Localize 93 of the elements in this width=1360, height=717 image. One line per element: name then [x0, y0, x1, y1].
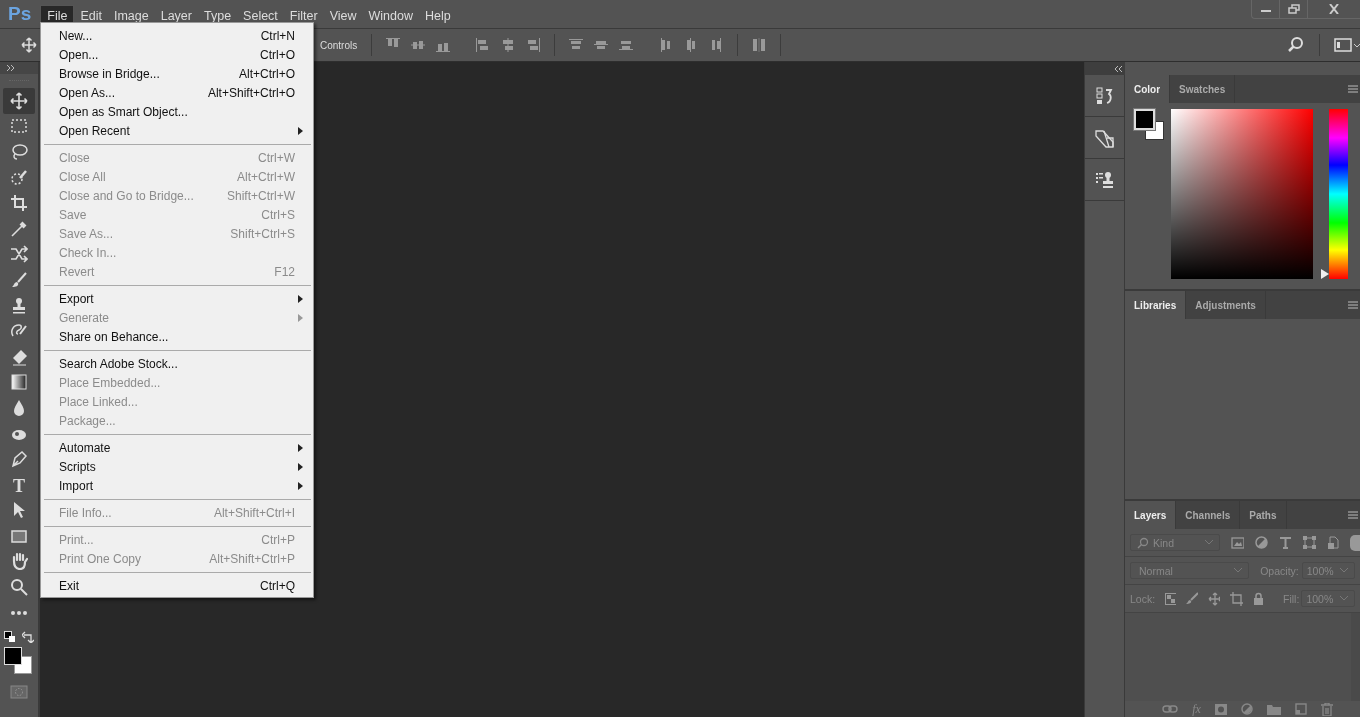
image-icon[interactable] [1230, 536, 1245, 549]
menu-entry[interactable]: Open Recent [41, 121, 313, 140]
search-icon [1137, 536, 1149, 549]
submenu-arrow-icon [298, 126, 303, 135]
app-logo[interactable]: Ps [0, 3, 41, 25]
eyedropper-icon [10, 219, 28, 238]
close-icon [1328, 4, 1340, 14]
more-icon [10, 609, 28, 616]
distribute-icon[interactable] [594, 38, 609, 52]
distribute-icon[interactable] [709, 38, 724, 52]
menu-icon[interactable] [1348, 511, 1358, 519]
menu-entry[interactable]: Open as Smart Object... [41, 102, 313, 121]
menu-item[interactable]: Layer [154, 5, 198, 27]
lasso-icon [10, 143, 28, 161]
menu-entry[interactable]: Browse in Bridge... Alt+Ctrl+O [41, 64, 313, 83]
menu-entry[interactable]: Search Adobe Stock... [41, 354, 313, 373]
dashed-rectangle-icon [10, 117, 28, 136]
color-field[interactable] [1171, 109, 1313, 279]
menu-item[interactable]: Select [237, 5, 284, 27]
menu-icon[interactable] [1348, 85, 1358, 93]
menu-item[interactable]: Window [362, 5, 419, 27]
collapse-icon[interactable] [1113, 64, 1123, 73]
chevron-down-icon [1340, 596, 1348, 601]
align-icon[interactable] [411, 38, 426, 52]
menu-item[interactable]: View [323, 5, 363, 27]
history-icon[interactable] [1094, 85, 1115, 106]
workspace-icon[interactable] [1334, 37, 1360, 53]
distribute-spacing-icon[interactable] [752, 38, 767, 52]
type-icon[interactable] [1279, 536, 1293, 549]
menu-entry[interactable]: Open... Ctrl+O [41, 45, 313, 64]
search-icon[interactable] [1287, 36, 1305, 54]
submenu-arrow-icon [298, 294, 303, 303]
swap-arrows-icon[interactable] [22, 631, 34, 644]
half-circle-icon[interactable] [1255, 536, 1269, 549]
gradient-icon [10, 373, 28, 392]
distribute-icon[interactable] [619, 38, 634, 52]
chevron-down-icon [1204, 540, 1213, 545]
align-icon[interactable] [526, 38, 541, 52]
align-icon[interactable] [501, 38, 516, 52]
menu-entry[interactable]: Import [41, 476, 313, 495]
menu-item[interactable]: Image [107, 5, 155, 27]
crop-icon [10, 194, 28, 213]
menu-entry[interactable]: Automate [41, 438, 313, 457]
type-icon: T [10, 475, 28, 494]
menu-entry[interactable]: Share on Behance... [41, 327, 313, 346]
quick-select-icon [10, 168, 28, 187]
chevron-down-icon [1340, 568, 1348, 573]
move-icon [10, 91, 28, 110]
tool-button[interactable]: T [3, 471, 35, 498]
transform-icon[interactable] [1303, 536, 1317, 549]
panel-tab[interactable]: Color [1125, 75, 1171, 103]
brush-icon [10, 270, 28, 289]
distribute-icon[interactable] [569, 38, 584, 52]
panel-tab[interactable]: Layers [1125, 501, 1177, 529]
submenu-arrow-icon [298, 481, 303, 490]
submenu-arrow-icon [298, 443, 303, 452]
clone-source-icon[interactable] [1094, 169, 1115, 190]
move-icon[interactable] [1207, 591, 1221, 606]
menu-entry[interactable]: Export [41, 289, 313, 308]
expand-icon[interactable] [0, 62, 38, 74]
chevron-down-icon [1234, 568, 1243, 573]
menu-entry[interactable]: Scripts [41, 457, 313, 476]
smart-object-icon[interactable] [1327, 536, 1340, 549]
submenu-arrow-icon [298, 462, 303, 471]
filter-toggle[interactable] [1350, 534, 1360, 551]
checkerboard-icon[interactable] [1165, 592, 1176, 605]
brush-preset-icon[interactable] [1094, 127, 1115, 148]
option-label: Controls [320, 39, 358, 51]
menu-icon[interactable] [1348, 301, 1358, 309]
eraser-icon [10, 347, 28, 366]
tool-button[interactable] [3, 88, 35, 114]
menu-item[interactable]: Filter [283, 5, 324, 27]
menu-item[interactable]: Help [418, 5, 457, 27]
lock-icon[interactable] [1253, 592, 1264, 605]
submenu-arrow-icon [298, 313, 303, 322]
crossed-arrows-icon [10, 245, 28, 264]
hand-icon [10, 552, 28, 571]
artboard-icon[interactable] [1230, 591, 1244, 606]
hue-slider[interactable] [1321, 109, 1348, 279]
default-colors-icon[interactable] [4, 631, 16, 644]
menu-entry[interactable]: Open As... Alt+Shift+Ctrl+O [41, 83, 313, 102]
color-swatches[interactable] [4, 647, 34, 676]
pen-icon [10, 450, 28, 469]
menu-entry[interactable]: Exit Ctrl+Q [41, 576, 313, 595]
zoom-icon [10, 578, 28, 597]
brush-icon[interactable] [1185, 592, 1198, 605]
restore-icon [1287, 4, 1300, 14]
panel-tab[interactable]: Libraries [1125, 291, 1187, 319]
menu-item[interactable]: Edit [74, 5, 108, 27]
menu-item[interactable]: Type [198, 5, 238, 27]
stamp-icon [10, 296, 28, 315]
menu-entry[interactable]: New... Ctrl+N [41, 26, 313, 45]
align-icon[interactable] [476, 38, 491, 52]
